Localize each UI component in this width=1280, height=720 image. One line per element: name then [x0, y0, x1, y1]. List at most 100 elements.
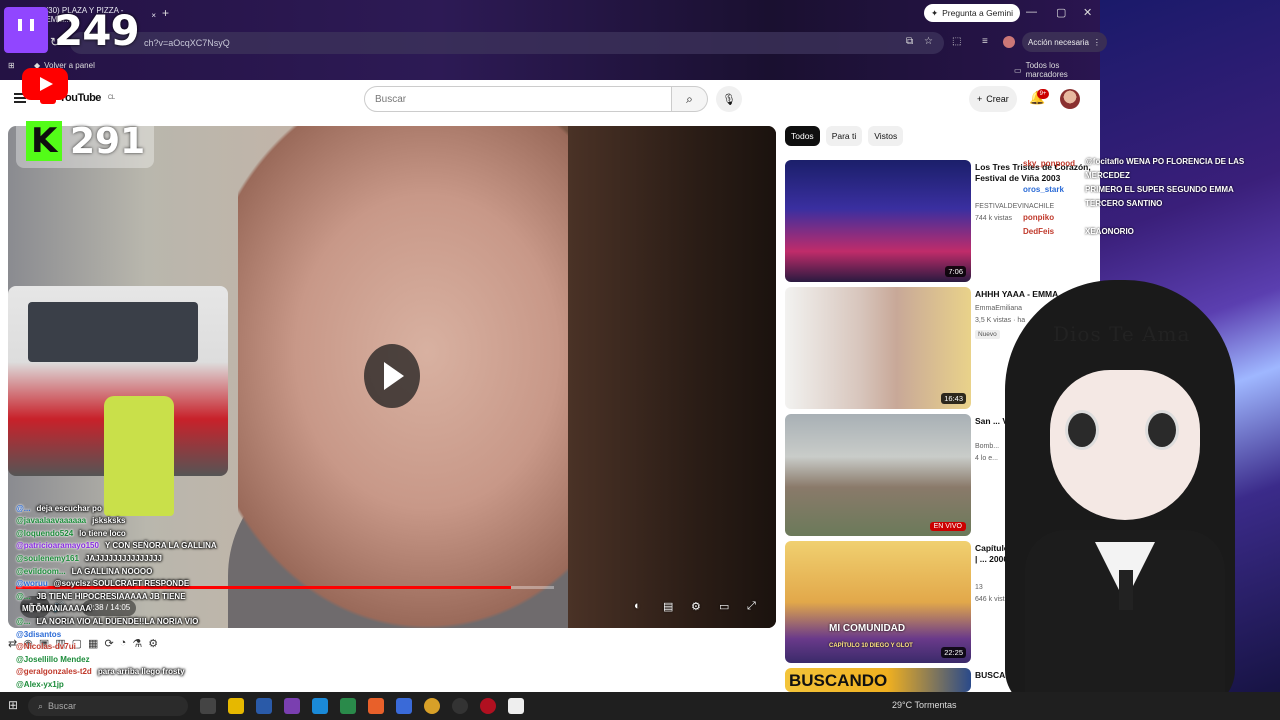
- chat-message: para arriba llego frosty: [97, 667, 185, 677]
- crear-button[interactable]: + Crear: [969, 86, 1017, 112]
- person-hair: [568, 126, 776, 628]
- chip-todos[interactable]: Todos: [785, 126, 820, 146]
- chat-username: @...: [16, 503, 31, 513]
- chat-username: @evildoom...: [16, 566, 66, 576]
- chat-line: @Nicolas-dv7ui: [16, 641, 82, 653]
- gemini-button[interactable]: ✦ Pregunta a Gemini: [924, 4, 1020, 22]
- kick-count: 291: [70, 120, 146, 162]
- media-icon[interactable]: ≡: [982, 36, 988, 47]
- address-row: ← ↻ ch?v=aOcqXC7NsyQ ⧉ ☆ ⬚ ≡: [0, 30, 1100, 56]
- app-icon[interactable]: [340, 698, 356, 714]
- chrome-icon[interactable]: [424, 698, 440, 714]
- chat-username: @woruu: [16, 579, 48, 589]
- filter-icon[interactable]: ⚗: [132, 637, 142, 650]
- profile-avatar[interactable]: [1003, 36, 1015, 48]
- avatar-tie: [1119, 570, 1133, 610]
- chat-message: JB TIENE HIPOCRESIAAAAA JB TIENE: [36, 591, 186, 601]
- speed-icon[interactable]: ◔: [120, 637, 127, 649]
- bus-window: [28, 302, 198, 362]
- filter-chips: Todos Para ti Vistos: [785, 126, 904, 146]
- chat-message: @focitaflo WENA PO FLORENCIA DE LAS: [1085, 157, 1245, 166]
- big-play-button[interactable]: [364, 344, 420, 408]
- worker-figure: [104, 396, 174, 516]
- chat-line: @geralgonzales-t2d para arriba llego fros…: [16, 666, 185, 678]
- edge-icon[interactable]: [312, 698, 328, 714]
- visual-studio-icon[interactable]: [396, 698, 412, 714]
- chat-line: @soulenemy161 JAJJJJJJJJJJJJJJJ: [16, 552, 162, 564]
- autoplay-toggle-icon[interactable]: ◐: [634, 600, 641, 612]
- settings-gear-icon[interactable]: ⚙: [691, 600, 701, 613]
- task-view-icon[interactable]: [200, 698, 216, 714]
- country-code: CL: [107, 95, 115, 101]
- taskbar-search-placeholder: Buscar: [48, 701, 77, 711]
- chat-message: @soyclsz SOULCRAFT RESPONDE: [53, 579, 190, 589]
- install-icon[interactable]: ⧉: [906, 36, 913, 47]
- accion-label: Acción necesaria: [1028, 37, 1089, 47]
- chat-username: @Nicolas-dv7ui: [16, 642, 76, 652]
- search-button[interactable]: ⌕: [672, 86, 708, 112]
- subtitles-icon[interactable]: ▤: [663, 600, 673, 613]
- fullscreen-icon[interactable]: ⤢: [747, 600, 756, 613]
- video-thumbnail: 16:43: [785, 287, 971, 409]
- firefox-icon[interactable]: [368, 698, 384, 714]
- chat-line: @loquendo524 lo tiene loco: [16, 527, 126, 539]
- obs-icon[interactable]: [452, 698, 468, 714]
- chat-line: @evildoom... LA GALLINA NOOOO: [16, 565, 152, 577]
- rotate-icon[interactable]: ⟳: [104, 637, 113, 650]
- search-icon: ⌕: [686, 91, 693, 106]
- minimize-icon[interactable]: —: [1026, 6, 1037, 18]
- chat-line: @3disantos: [16, 628, 67, 640]
- microphone-icon: 🎙: [722, 93, 736, 106]
- weather-widget[interactable]: 29°C Tormentas: [892, 700, 956, 710]
- taskbar-search[interactable]: ⌕ Buscar: [28, 696, 188, 716]
- app-icon[interactable]: [508, 698, 524, 714]
- user-avatar[interactable]: [1060, 89, 1080, 109]
- chat-message: LA GALLINA NOOOO: [71, 566, 153, 576]
- thumb-text-capitulo: CAPÍTULO 10 DIEGO Y GLOT: [829, 643, 913, 649]
- apps-grid-icon[interactable]: ⊞: [8, 61, 15, 70]
- windows-taskbar: ⊞ ⌕ Buscar 29°C Tormentas: [0, 692, 1280, 720]
- duration-badge: 16:43: [941, 393, 966, 404]
- maximize-icon[interactable]: ▢: [1056, 6, 1066, 19]
- new-tab-plus-icon[interactable]: +: [162, 6, 169, 20]
- crear-label: Crear: [986, 94, 1009, 104]
- extensions-icon[interactable]: ⬚: [952, 36, 961, 47]
- cinema-icon[interactable]: ▦: [88, 637, 98, 650]
- voice-search-button[interactable]: 🎙: [716, 86, 742, 112]
- search-input[interactable]: Buscar: [364, 86, 672, 112]
- vtuber-avatar: Dios Te Ama: [995, 280, 1245, 720]
- chat-message: PRIMERO EL SUPER SEGUNDO EMMA: [1085, 185, 1234, 194]
- opera-icon[interactable]: [480, 698, 496, 714]
- chat-line: MITOMANIAAAAA: [16, 603, 91, 615]
- channel-name: FESTIVALDEVINACHILE: [975, 203, 1055, 210]
- close-window-icon[interactable]: ✕: [1083, 6, 1092, 19]
- live-badge: EN VIVO: [929, 522, 966, 531]
- vscode-icon[interactable]: [256, 698, 272, 714]
- channel-name: 13: [975, 584, 983, 591]
- all-bookmarks[interactable]: ▭ Todos los marcadores: [1014, 61, 1100, 79]
- ext-settings-icon[interactable]: ⚙: [148, 637, 158, 650]
- start-windows-icon[interactable]: ⊞: [8, 698, 18, 712]
- chip-vistos[interactable]: Vistos: [868, 126, 904, 146]
- folder-icon: ▭: [1014, 65, 1022, 75]
- theater-mode-icon[interactable]: ▭: [719, 600, 729, 613]
- file-explorer-icon[interactable]: [228, 698, 244, 714]
- chat-line: @patricioaramayo150 Y CON SEÑORA LA GALLI…: [16, 540, 217, 552]
- address-bar[interactable]: ch?v=aOcqXC7NsyQ: [70, 32, 944, 54]
- kick-logo-icon: [26, 121, 62, 161]
- app-icon[interactable]: [284, 698, 300, 714]
- accion-necesaria-button[interactable]: Acción necesaria ⋮: [1022, 32, 1107, 52]
- chat-message: XEAONORIO: [1085, 227, 1134, 236]
- video-thumbnail: 7:06: [785, 160, 971, 282]
- gemini-label: Pregunta a Gemini: [942, 8, 1013, 18]
- chip-para-ti[interactable]: Para ti: [825, 126, 863, 146]
- bookmark-star-icon[interactable]: ☆: [924, 36, 933, 47]
- chat-line: @... JB TIENE HIPOCRESIAAAAA JB TIENE: [16, 590, 186, 602]
- chat-line: @woruu @soyclsz SOULCRAFT RESPONDE: [16, 578, 189, 590]
- search-icon: ⌕: [38, 700, 44, 711]
- video-thumbnail: BUSCANDO: [785, 668, 971, 692]
- chat-username: sky_ponpood: [1023, 159, 1076, 168]
- chat-username: @...: [16, 591, 31, 601]
- chat-message: jsksksks: [92, 516, 126, 526]
- browser-tab-strip: (30) PLAZA Y PIZZA - EMM... × + ✦ Pregun…: [0, 0, 1100, 28]
